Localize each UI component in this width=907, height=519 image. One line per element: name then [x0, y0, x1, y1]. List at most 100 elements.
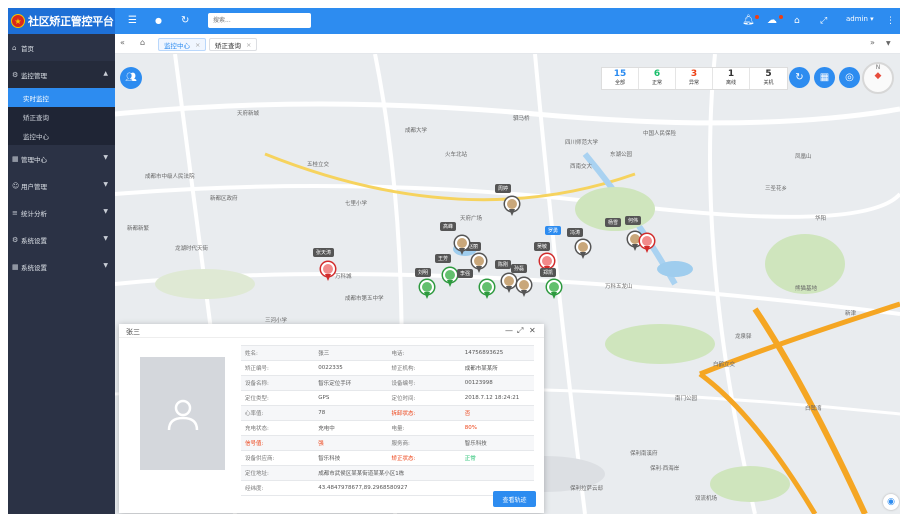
tag-icon[interactable]: ⌂	[794, 14, 800, 28]
cloud-icon[interactable]: ☁	[767, 14, 777, 28]
sidebar-item-monitor[interactable]: ⚙ 监控管理 ▲	[8, 61, 115, 88]
info-field-value: 00123998	[464, 380, 493, 386]
stat-value: 3	[690, 69, 698, 79]
map[interactable]: 天府新城 成都市中级人民法院 新都区政府 五桂立交 成都大学 四川师范大学 中国…	[115, 54, 900, 514]
map-label: 驷马桥	[513, 116, 530, 122]
sidebar-item-settings-1[interactable]: ⚙ 系统设置 ▼	[8, 226, 115, 253]
compass[interactable]: N ◆	[862, 62, 894, 94]
search-input[interactable]	[208, 13, 311, 28]
tab-bar: « ⌂ 监控中心 × 矫正查询 × » ▼	[115, 34, 900, 54]
sidebar-item-label: 用户管理	[21, 182, 47, 191]
sidebar-subitem-center[interactable]: 监控中心	[8, 126, 115, 145]
info-field-value: 正常	[464, 456, 476, 462]
map-label: 中国人民保险	[643, 131, 677, 137]
pin-label: 杨雪	[605, 218, 622, 227]
tabs-next-icon[interactable]: »	[870, 38, 875, 47]
app-frame: ★ 社区矫正管控平台 ☰ ● ↻ 🔔︎ ☁ ⌂ ⤢ admin ▾ ⋮ ⌂ 首页…	[8, 8, 900, 514]
tab-correction-query[interactable]: 矫正查询 ×	[209, 38, 258, 51]
people-button[interactable]: 👥︎	[120, 67, 142, 89]
more-icon[interactable]: ⋮	[886, 14, 895, 28]
map-pin[interactable]	[640, 234, 654, 254]
info-row: 矫正编号: 0022335 矫正机构: 成都市某某所	[241, 361, 534, 376]
map-pin[interactable]	[443, 268, 457, 288]
restore-icon[interactable]: ⤢	[517, 326, 523, 336]
map-label: 白鹤立交	[713, 362, 736, 368]
refresh-map-button[interactable]: ↻	[789, 67, 810, 88]
top-bar: ★ 社区矫正管控平台 ☰ ● ↻ 🔔︎ ☁ ⌂ ⤢ admin ▾ ⋮	[8, 8, 900, 34]
close-icon[interactable]: ×	[195, 41, 200, 49]
home-tab-icon[interactable]: ⌂	[140, 38, 145, 47]
chevron-down-icon: ▼	[103, 208, 108, 215]
user-menu[interactable]: admin ▾	[846, 15, 874, 23]
info-field-value: 张三	[318, 351, 330, 357]
sidebar-item-manage[interactable]: ▦ 管理中心 ▼	[8, 145, 115, 172]
sidebar-subitem-realtime[interactable]: 实时监控	[8, 88, 115, 107]
view-track-button[interactable]: 查看轨迹	[493, 491, 536, 507]
map-label: 新都区政府	[210, 196, 238, 202]
info-field-value: 成都市武侯区某某街道某某小区1栋	[318, 471, 405, 477]
stat-normal[interactable]: 6 正常	[639, 68, 676, 89]
info-row: 经纬度: 43.4847978677,89.2968580927	[241, 481, 534, 496]
sidebar-item-stats[interactable]: ≡ 统计分析 ▼	[8, 199, 115, 226]
grid-icon: ▦	[12, 154, 19, 163]
stat-all[interactable]: 15 全部	[602, 68, 639, 89]
map-pin[interactable]	[480, 280, 494, 300]
map-pin[interactable]	[502, 274, 516, 294]
menu-toggle-icon[interactable]: ☰	[128, 14, 137, 28]
tab-monitor-center[interactable]: 监控中心 ×	[158, 38, 207, 51]
sidebar: ⌂ 首页 ⚙ 监控管理 ▲ 实时监控 矫正查询 监控中心 ▦ 管理中心 ▼ ☺ …	[8, 34, 115, 514]
logo: ★ 社区矫正管控平台	[8, 8, 115, 34]
sidebar-item-settings-2[interactable]: ▦ 系统设置 ▼	[8, 253, 115, 280]
refresh-icon[interactable]: ↻	[181, 14, 189, 28]
map-pin[interactable]	[455, 236, 469, 256]
info-field-value: 否	[464, 411, 471, 417]
close-icon[interactable]: ✕	[529, 326, 536, 335]
map-pin[interactable]	[547, 280, 561, 300]
map-pin[interactable]	[420, 280, 434, 300]
gear-icon: ⚙	[12, 235, 19, 244]
grid-icon: ▦	[12, 262, 19, 271]
tabs-prev-icon[interactable]: «	[120, 38, 125, 47]
tab-label: 矫正查询	[215, 41, 241, 50]
cloud-dot	[779, 15, 783, 19]
info-row: 定位地址: 成都市武侯区某某街道某某小区1栋	[241, 466, 534, 481]
pin-label: 孙磊	[511, 264, 528, 273]
chevron-down-icon[interactable]: ▼	[886, 40, 891, 47]
sidebar-subitem-query[interactable]: 矫正查询	[8, 107, 115, 126]
fullscreen-icon[interactable]: ⤢	[820, 14, 827, 28]
stat-abnormal[interactable]: 3 异常	[676, 68, 713, 89]
map-label: 双流机场	[695, 496, 718, 502]
info-field-label: 服务商:	[391, 441, 410, 447]
map-pin[interactable]	[472, 254, 486, 274]
stat-shutdown[interactable]: 5 关机	[750, 68, 787, 89]
info-field-value: 智乐科技	[318, 456, 341, 462]
locate-button[interactable]: ◎	[839, 67, 860, 88]
sidebar-item-label: 系统设置	[21, 263, 47, 272]
layout-button[interactable]: ▦	[814, 67, 835, 88]
sidebar-item-users[interactable]: ☺ 用户管理 ▼	[8, 172, 115, 199]
close-icon[interactable]: ×	[246, 41, 251, 49]
eye-button[interactable]: ◉	[883, 494, 899, 510]
map-pin[interactable]	[517, 278, 531, 298]
target-icon: ◎	[845, 72, 854, 83]
panel-title: 张三	[126, 328, 140, 336]
info-row: 设备供应商: 智乐科技 矫正状态: 正常	[241, 451, 534, 466]
bell-icon[interactable]: 🔔︎	[742, 14, 755, 28]
info-field-value: 78	[318, 410, 326, 416]
map-label: 万科城	[335, 274, 352, 280]
info-field-value: GPS	[318, 395, 330, 401]
map-label: 火车北站	[445, 152, 468, 158]
info-field-label: 经纬度:	[245, 486, 264, 492]
stat-offline[interactable]: 1 离线	[713, 68, 750, 89]
stat-label: 全部	[614, 80, 625, 86]
pin-label: 郑凯	[540, 268, 557, 277]
status-counters: 15 全部 6 正常 3 异常 1 离线 5 关机	[601, 67, 788, 90]
map-pin[interactable]	[321, 262, 335, 282]
map-pin[interactable]	[576, 240, 590, 260]
map-pin[interactable]	[505, 197, 519, 217]
globe-icon[interactable]: ●	[155, 14, 162, 28]
sidebar-item-label: 管理中心	[21, 155, 47, 164]
minimize-icon[interactable]: —	[505, 326, 513, 335]
tab-label: 监控中心	[164, 41, 190, 50]
sidebar-item-home[interactable]: ⌂ 首页	[8, 34, 115, 61]
